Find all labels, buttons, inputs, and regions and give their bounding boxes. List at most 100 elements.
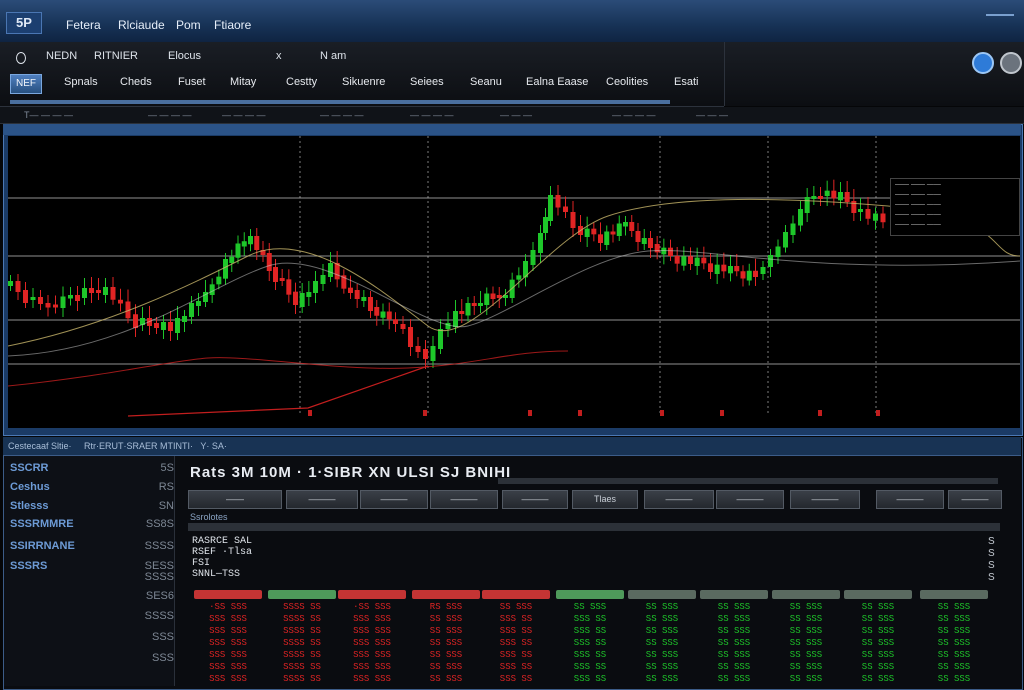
column-header[interactable] <box>920 590 988 599</box>
toolbar-text-3[interactable]: Elocus <box>168 50 201 62</box>
candle-body <box>348 287 353 293</box>
rates-grid: ·SS SSS SSSS SS ·SS SSS RS SSS SS SSS SS SSS S… <box>180 456 1020 686</box>
sidebar-num: SES6 <box>145 590 174 602</box>
table-cell: SSSS SS <box>283 626 321 636</box>
status-item: — — — — <box>320 110 364 120</box>
candle-body <box>354 290 360 299</box>
table-cell: SS SSS <box>861 674 895 684</box>
toolbar-text-4[interactable]: x <box>276 50 282 62</box>
candle-body <box>393 319 398 324</box>
tab-8[interactable]: Seanu <box>466 76 506 94</box>
tab-3[interactable]: Fuset <box>174 76 210 94</box>
candle-body <box>459 311 465 314</box>
tab-5[interactable]: Cestty <box>282 76 321 94</box>
candle-body <box>584 228 590 237</box>
table-cell: SS SSS <box>499 602 533 612</box>
candle-body <box>30 297 36 300</box>
status-item: — — — — <box>148 110 192 120</box>
tab-1[interactable]: Spnals <box>60 76 102 94</box>
candle-body <box>196 301 201 306</box>
candle-body <box>648 238 653 248</box>
toolbar-text-2: RITNIER <box>94 50 138 62</box>
column-header[interactable] <box>844 590 912 599</box>
candle-body <box>96 290 101 293</box>
moving-average-line <box>8 249 1020 357</box>
table-cell: SS SSS <box>645 602 679 612</box>
tab-4[interactable]: Mitay <box>226 76 260 94</box>
candle-body <box>23 290 28 303</box>
sidebar-item-2[interactable]: Ceshus <box>10 481 50 493</box>
tab-11[interactable]: Esati <box>670 76 702 94</box>
column-header[interactable] <box>700 590 768 599</box>
candle-body <box>740 271 746 279</box>
column-header[interactable] <box>194 590 262 599</box>
column-header[interactable] <box>412 590 480 599</box>
candle-body <box>734 266 740 272</box>
menu-item-3[interactable]: Pom <box>176 18 201 32</box>
tab-2[interactable]: Cheds <box>116 76 156 94</box>
table-cell: SSS SS <box>499 638 533 648</box>
candle-body <box>543 217 548 233</box>
candle-body <box>563 206 568 212</box>
sidebar-item-1[interactable]: SSCRR <box>10 462 49 474</box>
candle-body <box>880 213 886 223</box>
candle-body <box>313 281 318 293</box>
candle-body <box>209 284 215 295</box>
minimize-icon[interactable] <box>986 14 1014 24</box>
column-header[interactable] <box>772 590 840 599</box>
candle-body <box>708 263 713 272</box>
candle-body <box>598 234 603 243</box>
column-header[interactable] <box>628 590 696 599</box>
tab-10[interactable]: Ceolities <box>602 76 652 94</box>
candle-body <box>110 287 116 300</box>
menu-item-2[interactable]: Rlciaude <box>118 18 165 32</box>
tab-9[interactable]: Ealna Eaase <box>522 76 592 94</box>
candle-body <box>374 307 380 316</box>
table-cell: SSS SSS <box>209 626 247 636</box>
sidebar-num: SS8S <box>145 518 174 530</box>
candle-body <box>465 303 471 316</box>
table-cell: SSS SSS <box>209 614 247 624</box>
candle-body <box>530 250 536 265</box>
candle-body <box>654 244 660 253</box>
candle-body <box>118 299 123 304</box>
candle-body <box>133 314 138 328</box>
tab-home[interactable]: NEF <box>10 74 42 94</box>
menu-item-4[interactable]: Ftiaore <box>214 18 251 32</box>
candle-body <box>175 318 180 333</box>
sidebar-item-3[interactable]: Stlesss <box>10 500 49 512</box>
globe-icon[interactable] <box>972 52 994 74</box>
sidebar-item-6[interactable]: SSSRS <box>10 560 47 572</box>
column-header[interactable] <box>268 590 336 599</box>
sidebar: SSCRR 5S Ceshus RS Stlesss SN SSSRMMRE S… <box>4 456 175 686</box>
candlestick-chart[interactable]: —— —— —— —— —— —— —— —— —— —— —— —— —— —… <box>8 136 1020 428</box>
refresh-icon[interactable] <box>1000 52 1022 74</box>
candle-body <box>790 223 796 235</box>
tab-7[interactable]: Seiees <box>406 76 448 94</box>
menu-item-1[interactable]: Fetera <box>66 18 101 32</box>
sidebar-num: SSS <box>151 631 174 643</box>
candle-body <box>681 256 687 266</box>
table-cell: SS SSS <box>789 638 823 648</box>
table-cell: RS SSS <box>429 602 463 612</box>
candle-body <box>844 192 850 202</box>
table-cell: SSSS SS <box>283 602 321 612</box>
column-header[interactable] <box>482 590 550 599</box>
table-cell: SSS SSS <box>353 614 391 624</box>
sidebar-item-4[interactable]: SSSRMMRE <box>10 518 74 530</box>
column-header[interactable] <box>556 590 624 599</box>
sidebar-item-5[interactable]: SSIRRNANE <box>10 540 75 552</box>
table-cell: SS SSS <box>861 650 895 660</box>
candle-body <box>423 349 428 359</box>
candle-body <box>216 276 222 285</box>
volume-bar <box>818 410 822 416</box>
volume-bar <box>423 410 427 416</box>
candle-body <box>189 303 194 317</box>
candle-body <box>635 231 641 242</box>
tab-6[interactable]: Sikuenre <box>338 76 389 94</box>
candle-body <box>775 246 781 257</box>
column-header[interactable] <box>338 590 406 599</box>
candle-body <box>154 323 159 328</box>
candle-body <box>721 264 727 272</box>
table-cell: SS SSS <box>717 662 751 672</box>
